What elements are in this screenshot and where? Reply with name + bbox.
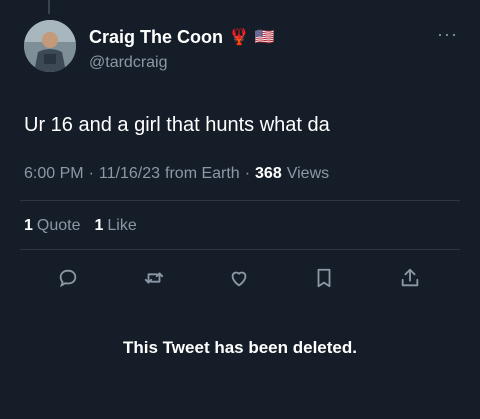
like-icon[interactable]: [225, 264, 253, 292]
views-label: Views: [286, 165, 330, 182]
meta-separator: ·: [88, 165, 94, 182]
reply-icon[interactable]: [54, 264, 82, 292]
us-flag-emoji: 🇺🇸: [254, 28, 275, 46]
tweet-meta: 6:00 PM · 11/16/23 from Earth · 368 View…: [24, 165, 329, 183]
author-handle[interactable]: @tardcraig: [89, 54, 168, 72]
tweet-text: Ur 16 and a girl that hunts what da: [24, 114, 330, 136]
lobster-emoji: 🦞: [229, 28, 249, 46]
tweet-date[interactable]: 11/16/23: [99, 165, 160, 183]
views-count: 368: [255, 165, 282, 182]
quotes-stat[interactable]: 1 Quote: [24, 217, 81, 235]
bookmark-icon[interactable]: [310, 264, 338, 292]
deleted-notice: This Tweet has been deleted.: [123, 338, 357, 357]
quotes-count: 1: [24, 217, 33, 234]
avatar[interactable]: [24, 20, 76, 72]
action-bar: [0, 264, 480, 294]
author-name[interactable]: Craig The Coon: [89, 27, 223, 48]
likes-stat[interactable]: 1 Like: [95, 217, 137, 235]
quotes-label: Quote: [36, 217, 81, 234]
author-name-row[interactable]: Craig The Coon 🦞 🇺🇸: [89, 27, 275, 48]
divider: [20, 200, 460, 201]
retweet-icon[interactable]: [140, 264, 168, 292]
thread-connector: [48, 0, 50, 14]
likes-label: Like: [107, 217, 137, 234]
tweet-source: from Earth: [165, 165, 240, 182]
likes-count: 1: [94, 217, 104, 234]
tweet-stats: 1 Quote 1 Like: [24, 217, 137, 235]
more-options-icon[interactable]: ···: [437, 24, 458, 45]
share-icon[interactable]: [396, 264, 424, 292]
tweet-time[interactable]: 6:00 PM: [24, 165, 84, 183]
meta-separator: ·: [244, 165, 251, 182]
divider: [20, 249, 460, 250]
